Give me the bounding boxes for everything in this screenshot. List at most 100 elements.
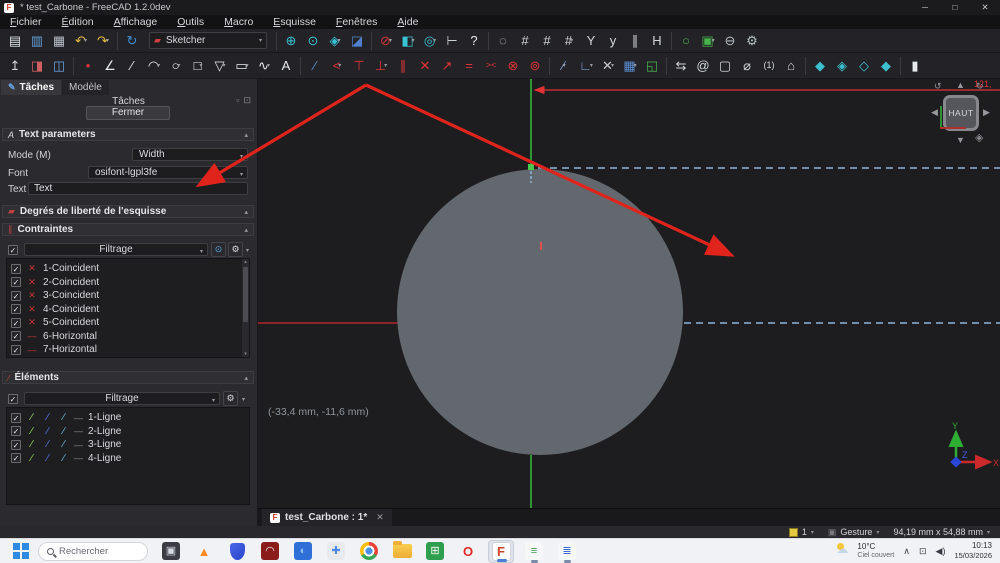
element-row[interactable]: ✓∕∕∕—3-Ligne (7, 438, 249, 452)
navigation-style-selector[interactable]: ▣ Gesture ▾ (828, 527, 880, 538)
isometric-view-button[interactable]: ◈▾ (324, 31, 346, 51)
menu-item-macro[interactable]: Macro (214, 16, 263, 28)
whats-this-button[interactable]: ? (463, 31, 485, 51)
constraint-row[interactable]: ✓—7-Horizontal (7, 343, 249, 357)
undo-button[interactable]: ↶▾ (70, 31, 92, 51)
constraint-row[interactable]: ✓✕2-Coincident (7, 276, 249, 290)
fit-all-button[interactable]: ⊕ (280, 31, 302, 51)
rotate-left-icon[interactable]: ↺ (934, 81, 942, 92)
constrain-tangent-button[interactable]: ✕ (414, 56, 436, 76)
constrain-distance-button[interactable]: ⊤ (348, 56, 370, 76)
isometric-mini-cube-icon[interactable]: ◈ (975, 131, 983, 144)
constrain-vertical-button[interactable]: ⊥▾ (370, 56, 392, 76)
element-settings-button[interactable]: ⚙ (223, 391, 238, 406)
edit-rectangle-button[interactable]: ▣▾ (697, 31, 719, 51)
red-swirl-app-icon[interactable]: ◠ (257, 540, 283, 563)
checkbox[interactable]: ✓ (11, 331, 21, 341)
overflow-handle-button[interactable]: ▮ (904, 56, 926, 76)
file-explorer-icon[interactable] (389, 540, 415, 563)
close-button[interactable]: ✕ (970, 0, 1000, 15)
chevron-down-icon[interactable]: ▾ (242, 396, 245, 403)
constraint-row[interactable]: ✓✕3-Coincident (7, 289, 249, 303)
menu-item-affichage[interactable]: Affichage (104, 16, 168, 28)
checkbox[interactable]: ✓ (11, 291, 21, 301)
section-contraintes[interactable]: ∥ Contraintes ▴ (2, 223, 254, 236)
menu-item-fenetres[interactable]: Fenêtres (326, 16, 387, 28)
collapse-icon[interactable]: ▴ (244, 208, 248, 216)
checkbox[interactable]: ✓ (11, 318, 21, 328)
bspline-tools-button[interactable]: ∕▾ (553, 56, 575, 76)
constraint-row[interactable]: ✓✕1-Coincident (7, 262, 249, 276)
cast-icon[interactable]: ⊡ (919, 546, 927, 557)
constrain-snap-button[interactable]: ⊚ (524, 56, 546, 76)
appearance-cube-3-button[interactable]: ◇ (853, 56, 875, 76)
measure-button[interactable]: ⊢ (441, 31, 463, 51)
zoom-tools-button[interactable]: ◎▾ (419, 31, 441, 51)
weather-widget[interactable]: ☁ 10°C Ciel couvert (836, 542, 894, 560)
vertex-point[interactable] (528, 164, 534, 170)
new-document-button[interactable]: ▤ (4, 31, 26, 51)
minimize-button[interactable]: ─ (910, 0, 940, 15)
selection-box-button[interactable]: ▢ (714, 56, 736, 76)
chevron-down-icon[interactable]: ▾ (246, 247, 249, 254)
create-rectangle-button[interactable]: □▾ (187, 56, 209, 76)
defender-shield-icon[interactable] (224, 540, 250, 563)
opera-icon[interactable]: O (455, 540, 481, 563)
view-dimensions-selector[interactable]: 94,19 mm x 54,88 mm ▾ (893, 527, 990, 537)
sketch-circle[interactable] (397, 169, 683, 455)
layer-selector[interactable]: 1 ▾ (789, 527, 814, 537)
section-dof[interactable]: ▰ Degrés de liberté de l'esquisse ▴ (2, 205, 254, 218)
rotate-right-icon[interactable]: ↻ (976, 81, 984, 92)
speaker-icon[interactable]: ◀) (936, 546, 946, 557)
collapse-icon[interactable]: ▴ (244, 374, 248, 382)
font-select[interactable]: osifont-lgpl3fe ▾ (88, 166, 248, 179)
selection-view-button[interactable]: ◧▾ (397, 31, 419, 51)
element-row[interactable]: ✓∕∕∕—4-Ligne (7, 452, 249, 466)
select-elements-button[interactable]: H (646, 31, 668, 51)
constraint-settings-button[interactable]: ⚙ (228, 242, 243, 257)
element-row[interactable]: ✓∕∕∕—2-Ligne (7, 425, 249, 439)
view-sketch-button[interactable]: ◨ (26, 56, 48, 76)
render-order-button[interactable]: ◱ (641, 56, 663, 76)
create-polyline-button[interactable]: ∠ (99, 56, 121, 76)
collapse-icon[interactable]: ▴ (244, 226, 248, 234)
create-circle-button[interactable]: ○▾ (165, 56, 187, 76)
save-document-button[interactable]: ▦ (48, 31, 70, 51)
split-edge-button[interactable]: #▾ (558, 31, 580, 51)
document-tab[interactable]: F test_Carbone : 1* ✕ (262, 509, 392, 527)
menu-item-aide[interactable]: Aide (387, 16, 428, 28)
constraints-master-checkbox[interactable]: ✓ (8, 245, 18, 255)
tab-taches[interactable]: ✎ Tâches (1, 80, 61, 95)
parameter-tool-button[interactable]: (1) (758, 56, 780, 76)
constraints-filter-select[interactable]: Filtrage ▾ (24, 243, 208, 256)
elements-master-checkbox[interactable]: ✓ (8, 394, 18, 404)
snip-tool-icon[interactable]: ✚ (323, 540, 349, 563)
visibility-button[interactable]: ⊙ (211, 242, 226, 257)
constraint-row[interactable]: ✓✕5-Coincident (7, 316, 249, 330)
constrain-parallel-button[interactable]: ∥ (392, 56, 414, 76)
menu-item-fichier[interactable]: Fichier (0, 16, 52, 28)
insert-knot-button[interactable]: Y (580, 31, 602, 51)
toggle-dimensions-button[interactable]: ⇆ (670, 56, 692, 76)
diameter-tool-button[interactable]: ⌀ (736, 56, 758, 76)
float-panel-icon[interactable]: ▫ (236, 95, 239, 106)
chrome-icon[interactable] (356, 540, 382, 563)
split-tools-button[interactable]: ✕▾ (597, 56, 619, 76)
navcube-face-top[interactable]: HAUT (943, 95, 979, 131)
create-text-button[interactable]: A (275, 56, 297, 76)
zoom-selection-button[interactable]: ⊙ (302, 31, 324, 51)
leave-sketch-button[interactable]: ↥ (4, 56, 26, 76)
checkbox[interactable]: ✓ (11, 440, 21, 450)
checkbox[interactable]: ✓ (11, 304, 21, 314)
tray-expand-icon[interactable]: ∧ (903, 546, 910, 557)
element-row[interactable]: ✓∕∕∕—1-Ligne (7, 411, 249, 425)
start-button[interactable] (12, 542, 30, 560)
carbon-copy-button[interactable]: ◌ (492, 31, 514, 51)
create-arc-button[interactable]: ◠▾ (143, 56, 165, 76)
constrain-symmetric-button[interactable]: >< (480, 56, 502, 76)
menu-item-esquisse[interactable]: Esquisse (263, 16, 326, 28)
sketch-canvas[interactable]: 121, (-33,4 mm, -11,6 mm) (258, 79, 1000, 508)
create-line-button[interactable]: ∕ (121, 56, 143, 76)
redo-button[interactable]: ↷▾ (92, 31, 114, 51)
draw-style-button[interactable]: ⊘▾ (375, 31, 397, 51)
